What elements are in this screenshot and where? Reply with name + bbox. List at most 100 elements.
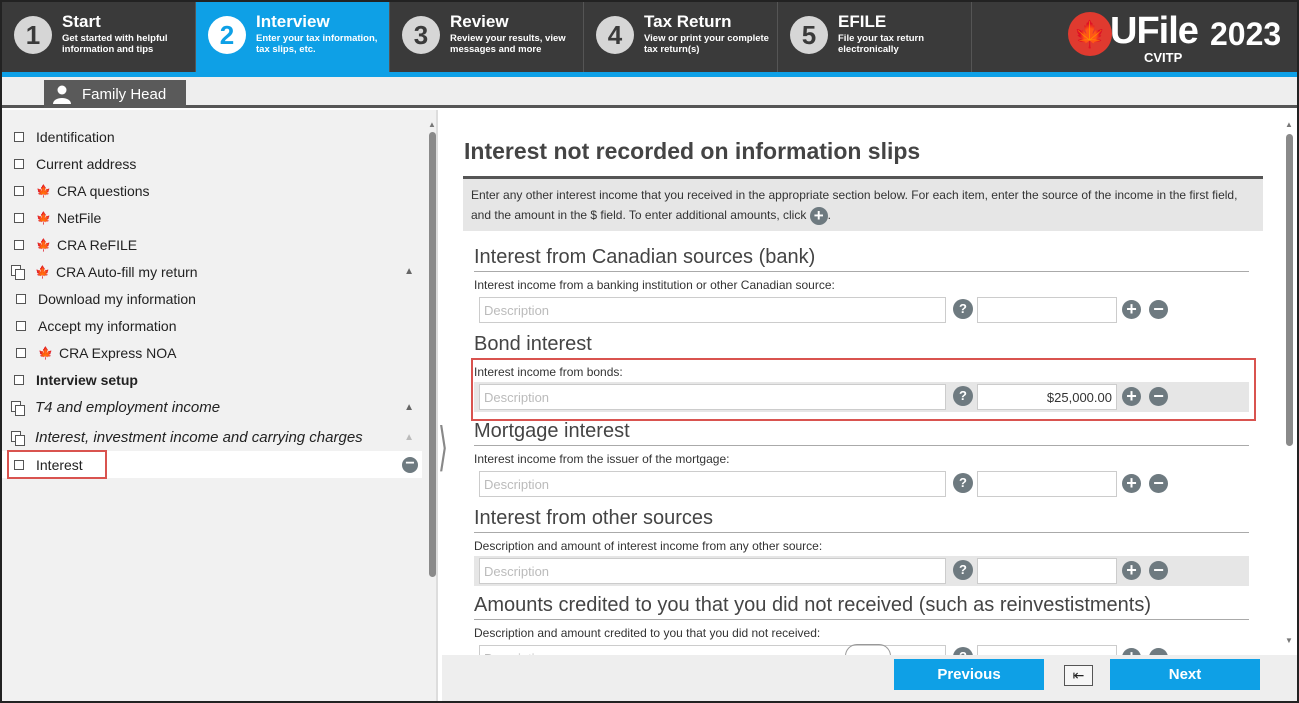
sidebar-item-label: Identification [36,128,115,145]
step-start[interactable]: 1 Start Get started with helpful informa… [2,2,196,72]
add-row-button[interactable]: + [1122,648,1141,655]
checkbox[interactable] [14,374,24,385]
amount-input[interactable] [977,471,1117,497]
checkbox[interactable] [14,158,24,169]
amount-input[interactable] [977,297,1117,323]
sidebar-item-netfile[interactable]: 🍁 NetFile [2,204,422,231]
amount-input[interactable] [977,645,1117,655]
help-icon[interactable]: ? [953,560,973,580]
main-scrollbar[interactable]: ▲ ▼ [1285,120,1295,650]
maple-leaf-icon: 🍁 [38,345,53,360]
step-title: Interview [256,12,330,31]
checkbox[interactable] [14,212,24,223]
sidebar-item-label: T4 and employment income [35,399,221,416]
checkbox[interactable] [16,347,26,358]
sidebar-item-current-address[interactable]: Current address [2,150,422,177]
description-input[interactable] [479,471,946,497]
sidebar-item-accept-info[interactable]: Accept my information [2,312,422,339]
remove-row-button[interactable]: − [1149,300,1168,319]
step-navigation: 1 Start Get started with helpful informa… [2,2,1297,72]
help-icon[interactable]: ? [953,299,973,319]
sidebar-item-interest-investment[interactable]: Interest, investment income and carrying… [2,424,422,451]
step-number: 2 [208,16,246,54]
field-label: Description and amount credited to you t… [474,626,821,640]
remove-row-button[interactable]: − [1149,561,1168,580]
add-row-button[interactable]: + [1122,300,1141,319]
multi-checkbox-icon [11,431,25,446]
checkbox[interactable] [16,293,26,304]
sidebar-item-interview-setup[interactable]: Interview setup [2,366,422,393]
maple-leaf-icon: 🍁 [36,183,51,198]
entry-row: ? + − [474,556,1249,586]
add-row-button[interactable]: + [1122,561,1141,580]
maple-leaf-icon: 🍁 [35,264,50,279]
sidebar-item-t4-employment[interactable]: T4 and employment income ▲ [2,394,422,421]
checkbox[interactable] [14,131,24,142]
plus-icon: + [809,206,828,225]
multi-checkbox-icon [11,401,25,416]
checkbox[interactable] [16,320,26,331]
step-tax-return[interactable]: 4 Tax Return View or print your complete… [584,2,778,72]
scroll-down-icon[interactable]: ▼ [1285,636,1293,645]
step-interview[interactable]: 2 Interview Enter your tax information, … [196,2,390,72]
tab-family-head[interactable]: Family Head [44,80,186,108]
highlight-bond-interest [471,358,1256,421]
sidebar-item-label: NetFile [56,209,102,226]
step-title: Start [62,12,101,31]
collapse-arrow-icon[interactable]: ▲ [404,266,414,277]
sidebar-item-cra-questions[interactable]: 🍁 CRA questions [2,177,422,204]
remove-item-button[interactable]: − [402,455,418,473]
help-icon[interactable]: ? [953,647,973,655]
step-desc: File your tax return electronically [838,33,925,55]
sidebar: Identification Current address 🍁 CRA que… [2,110,436,701]
remove-row-button[interactable]: − [1149,648,1168,655]
step-title: Review [450,12,509,31]
sidebar-item-label: Download my information [38,290,196,307]
app-window: 1 Start Get started with helpful informa… [0,0,1299,703]
step-review[interactable]: 3 Review Review your results, view messa… [390,2,584,72]
section-heading: Interest from other sources [474,507,1249,533]
remove-row-button[interactable]: − [1149,474,1168,493]
next-button[interactable]: Next [1110,659,1260,690]
step-efile[interactable]: 5 EFILE File your tax return electronica… [778,2,972,72]
maple-leaf-icon: 🍁 [36,237,51,252]
step-number: 4 [596,16,634,54]
scrollbar-thumb[interactable] [1286,134,1293,446]
previous-button[interactable]: Previous [894,659,1044,690]
back-arrow-icon[interactable]: ⇤ [1064,665,1093,686]
scrollbar-thumb[interactable] [429,132,436,577]
checkbox[interactable] [14,185,24,196]
amount-input[interactable] [977,558,1117,584]
step-number: 5 [790,16,828,54]
entry-row: ? + − [474,469,1249,499]
step-number: 1 [14,16,52,54]
description-input[interactable] [479,297,946,323]
sidebar-item-download-info[interactable]: Download my information [2,285,422,312]
sidebar-item-cra-auto-fill[interactable]: 🍁 CRA Auto-fill my return ▲ [2,258,422,285]
field-label: Description and amount of interest incom… [474,539,823,553]
section-heading: Bond interest [474,333,1249,359]
sidebar-item-cra-express-noa[interactable]: 🍁 CRA Express NOA [2,339,422,366]
sidebar-item-cra-refile[interactable]: 🍁 CRA ReFILE [2,231,422,258]
panel-divider [436,110,438,701]
scroll-up-icon[interactable]: ▲ [428,120,436,129]
collapse-arrow-icon[interactable]: ▲ [404,432,414,443]
step-desc: View or print your complete tax return(s… [644,33,769,55]
step-desc: Review your results, view messages and m… [450,33,566,55]
collapse-arrow-icon[interactable]: ▲ [404,402,414,413]
field-label: Interest income from the issuer of the m… [474,452,730,466]
section-heading: Interest from Canadian sources (bank) [474,246,1249,272]
scroll-up-icon[interactable]: ▲ [1285,120,1293,129]
step-desc: Enter your tax information, tax slips, e… [256,33,378,55]
instructions-text: Enter any other interest income that you… [471,188,1238,222]
sidebar-item-label: CRA Express NOA [58,344,177,361]
sidebar-item-label: Interest, investment income and carrying… [35,429,363,446]
add-row-button[interactable]: + [1122,474,1141,493]
sidebar-item-identification[interactable]: Identification [2,123,422,150]
instructions-end: . [827,208,832,222]
checkbox[interactable] [14,239,24,250]
ufile-logo: 🍁 UFile CVITP 2023 [972,2,1297,72]
description-input[interactable] [479,558,946,584]
help-icon[interactable]: ? [953,473,973,493]
sidebar-item-label: CRA Auto-fill my return [55,263,198,280]
